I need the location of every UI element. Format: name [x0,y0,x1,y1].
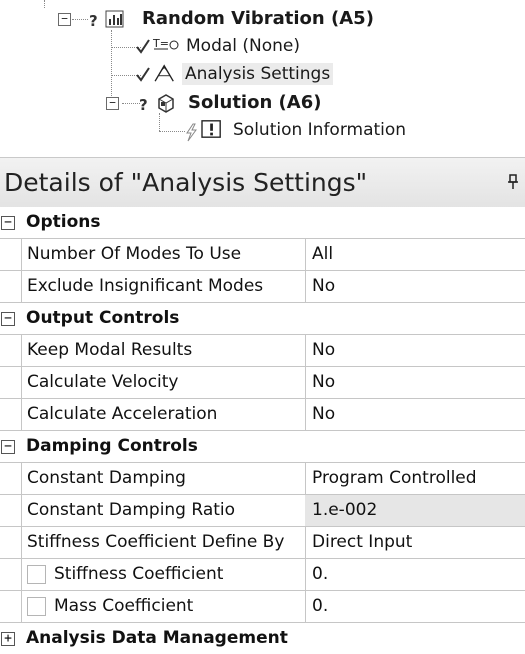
tree-connector [159,113,160,131]
property-row[interactable]: Stiffness Coefficient Define By Direct I… [0,527,525,559]
property-name-cell: Stiffness Coefficient Define By [21,527,306,558]
group-options[interactable]: − Options [0,207,525,239]
group-label: Output Controls [26,308,180,328]
property-name: Keep Modal Results [27,340,193,360]
property-name: Calculate Acceleration [27,404,218,424]
property-value: No [312,340,336,360]
group-label: Options [26,212,101,232]
tree-item-solution-information[interactable]: Solution Information [233,120,406,140]
checkmark-icon [136,67,150,82]
property-name-cell: Stiffness Coefficient [21,559,306,590]
details-grid: − Options Number Of Modes To Use All Exc… [0,207,525,654]
property-name: Exclude Insignificant Modes [27,276,264,296]
tree-item-analysis-settings[interactable]: Analysis Settings [182,63,334,85]
property-name: Stiffness Coefficient [54,564,224,584]
property-value-cell[interactable]: 0. [305,591,525,622]
property-value-cell[interactable]: No [305,367,525,398]
property-value: All [312,244,334,264]
property-name-cell: Calculate Acceleration [21,399,306,430]
tree-connector [159,131,185,132]
property-row[interactable]: Keep Modal Results No [0,335,525,367]
property-row[interactable]: Number Of Modes To Use All [0,239,525,271]
property-value-cell[interactable]: No [305,399,525,430]
parameter-checkbox[interactable] [27,565,46,584]
property-name: Mass Coefficient [54,596,194,616]
property-name: Calculate Velocity [27,372,179,392]
modal-link-icon: T= [152,37,179,50]
property-name: Number Of Modes To Use [27,244,242,264]
analysis-settings-icon [154,64,174,82]
status-question-icon: ? [139,96,148,114]
property-value: 0. [312,564,329,584]
property-name: Constant Damping [27,468,186,488]
property-name-cell: Keep Modal Results [21,335,306,366]
property-name: Stiffness Coefficient Define By [27,532,285,552]
property-value: 0. [312,596,329,616]
collapse-toggle[interactable]: − [1,440,15,454]
expand-toggle[interactable]: + [1,632,15,646]
collapse-toggle[interactable]: − [106,97,119,110]
solution-icon [158,94,174,113]
property-name-cell: Constant Damping Ratio [21,495,306,526]
property-row[interactable]: Constant Damping Ratio 1.e-002 [0,495,525,527]
property-value: 1.e-002 [312,500,378,520]
property-value: No [312,372,336,392]
svg-text:T=: T= [152,37,169,50]
property-value-cell[interactable]: Direct Input [305,527,525,558]
group-damping-controls[interactable]: − Damping Controls [0,431,525,463]
property-value: No [312,404,336,424]
tree-connector [72,19,88,20]
group-label: Analysis Data Management [26,628,288,648]
property-name-cell: Constant Damping [21,463,306,494]
property-name-cell: Calculate Velocity [21,367,306,398]
solution-information-icon [201,120,221,138]
tree-item-random-vibration[interactable]: Random Vibration (A5) [142,8,374,29]
property-row[interactable]: Mass Coefficient 0. [0,591,525,623]
property-value-cell[interactable]: All [305,239,525,270]
property-name-cell: Mass Coefficient [21,591,306,622]
random-vibration-icon [105,10,124,28]
tree-connector [111,30,112,102]
collapse-toggle[interactable]: − [1,312,15,326]
outline-tree: − ? Random Vibration (A5) T= Modal (None… [0,0,525,153]
property-value-cell[interactable]: 0. [305,559,525,590]
group-analysis-data-management[interactable]: + Analysis Data Management [0,623,525,654]
property-row[interactable]: Exclude Insignificant Modes No [0,271,525,303]
collapse-toggle[interactable]: − [1,216,15,230]
lightning-icon [186,123,197,142]
property-row[interactable]: Calculate Velocity No [0,367,525,399]
group-label: Damping Controls [26,436,198,456]
status-question-icon: ? [89,12,98,30]
tree-connector [44,0,45,8]
property-value: Direct Input [312,532,413,552]
property-value-cell[interactable]: 1.e-002 [305,495,525,526]
property-row[interactable]: Stiffness Coefficient 0. [0,559,525,591]
property-name-cell: Number Of Modes To Use [21,239,306,270]
tree-item-modal[interactable]: Modal (None) [186,36,300,56]
parameter-checkbox[interactable] [27,597,46,616]
tree-item-solution[interactable]: Solution (A6) [188,92,321,113]
property-name-cell: Exclude Insignificant Modes [21,271,306,302]
property-name: Constant Damping Ratio [27,500,236,520]
tree-connector [122,103,140,104]
property-value-cell[interactable]: No [305,335,525,366]
details-panel-header: Details of "Analysis Settings" [0,157,525,209]
checkmark-icon [136,39,150,54]
property-value: No [312,276,336,296]
pin-icon[interactable] [507,174,519,190]
property-row[interactable]: Constant Damping Program Controlled [0,463,525,495]
collapse-toggle[interactable]: − [58,13,71,26]
property-value-cell[interactable]: No [305,271,525,302]
property-value-cell[interactable]: Program Controlled [305,463,525,494]
property-row[interactable]: Calculate Acceleration No [0,399,525,431]
details-title: Details of "Analysis Settings" [4,168,368,197]
property-value: Program Controlled [312,468,477,488]
group-output-controls[interactable]: − Output Controls [0,303,525,335]
